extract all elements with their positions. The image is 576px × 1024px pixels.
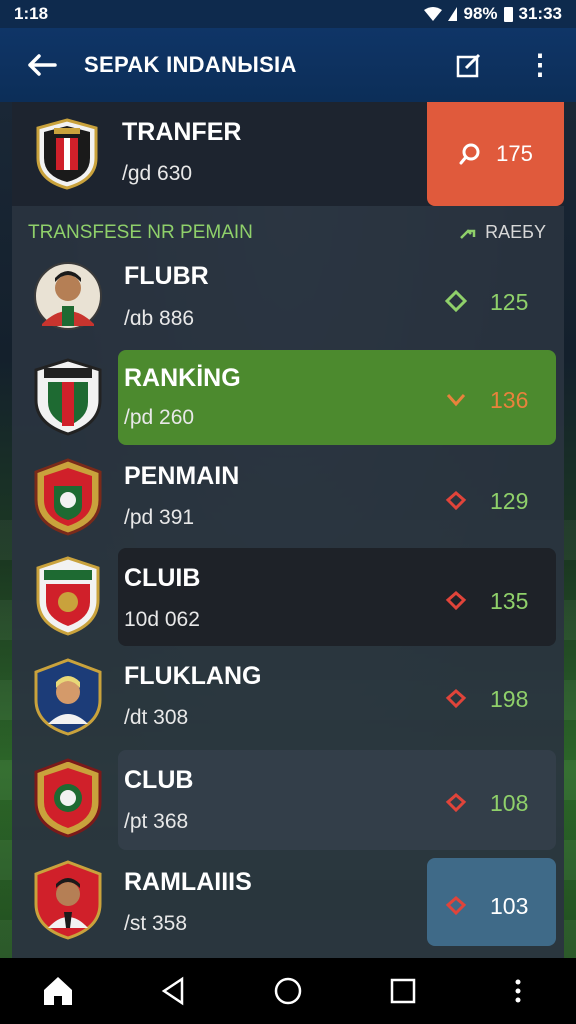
section-header: TRANSFESE NR PEMAIN [28,222,253,243]
top-card-badge[interactable]: 175 [427,102,564,206]
arrow-left-icon[interactable] [22,53,62,77]
row-value: 125 [490,289,529,315]
circle-home-icon[interactable] [271,974,305,1008]
transfer-panel: TRANFER /gd 630 175 TRANSFESE NR PEMAIN … [12,102,564,958]
status-clock: 31:33 [518,4,562,23]
square-recents-icon[interactable] [386,974,420,1008]
row-value: 129 [490,488,529,514]
top-transfer-card[interactable]: TRANFER /gd 630 175 [12,102,564,206]
row-title: PENMAIN [124,462,240,490]
list-item[interactable]: CLUIB 10d 062 135 [12,548,564,648]
list-item[interactable]: RANKİNG /pd 260 136 [12,350,564,450]
diamond-icon [445,689,467,709]
row-subtitle: /ɑb 886 [124,307,195,330]
battery-percent: 98% [463,4,498,23]
row-subtitle: /st 358 [124,912,188,935]
row-subtitle: /dt 308 [124,706,189,729]
app-bar: SEPAK INDANЫSIA ⋮ [0,28,576,102]
page-title: SEPAK INDANЫSIA [84,52,297,77]
list-item[interactable]: FLUBR /ɑb 886 125 [12,252,564,352]
player-avatar [34,262,102,330]
row-value: 136 [490,387,529,413]
search-icon [459,143,480,165]
row-value: 198 [490,686,529,712]
battery-icon [503,6,513,22]
top-card-subtitle: /gd 630 [122,162,193,185]
diamond-icon [444,289,468,313]
diamond-icon [445,793,467,813]
row-title: RANKİNG [124,364,241,392]
player-avatar [34,658,102,736]
club-crest-icon [34,358,102,436]
player-avatar [34,860,102,940]
club-crest-icon [34,758,102,838]
row-value: 108 [490,790,529,816]
top-card-value: 175 [496,141,533,166]
row-value: 103 [490,893,529,919]
club-crest-icon [36,118,98,190]
club-crest-icon [34,458,102,536]
status-time: 1:18 [14,4,49,23]
row-subtitle: /pd 391 [124,506,195,529]
row-subtitle: /pt 368 [124,810,189,833]
home-icon[interactable] [41,974,75,1008]
club-crest-icon [36,556,100,636]
row-value: 135 [490,588,529,614]
system-nav-bar [0,958,576,1024]
row-subtitle: /pd 260 [124,406,195,429]
dots-icon[interactable] [501,974,535,1008]
row-title: FLUBR [124,262,209,290]
more-vert-icon[interactable]: ⋮ [526,51,554,79]
trend-icon [460,228,476,239]
edit-square-icon[interactable] [456,52,482,78]
list-item[interactable]: RAMLAIIIS /st 358 103 [12,854,564,954]
list-item[interactable]: CLUB /pt 368 108 [12,750,564,850]
diamond-icon [445,896,467,916]
row-subtitle: 10d 062 [124,608,200,631]
row-title: FLUKLANG [124,662,262,690]
diamond-icon [445,591,467,611]
wifi-icon [424,7,443,21]
status-bar: 1:18 98% 31:33 [0,0,576,28]
row-title: CLUIB [124,564,201,592]
triangle-back-icon[interactable] [156,974,190,1008]
top-card-title: TRANFER [122,118,242,146]
list-item[interactable]: FLUKLANG /dt 308 198 [12,648,564,748]
chevron-down-icon [446,394,466,407]
signal-icon [448,7,458,21]
row-title: RAMLAIIIS [124,868,252,896]
list-item[interactable]: PENMAIN /pd 391 129 [12,450,564,550]
section-right-label: RAEБY [485,222,546,242]
row-title: CLUB [124,766,194,794]
diamond-icon [445,491,467,511]
section-sort[interactable]: RAEБY [459,222,546,243]
